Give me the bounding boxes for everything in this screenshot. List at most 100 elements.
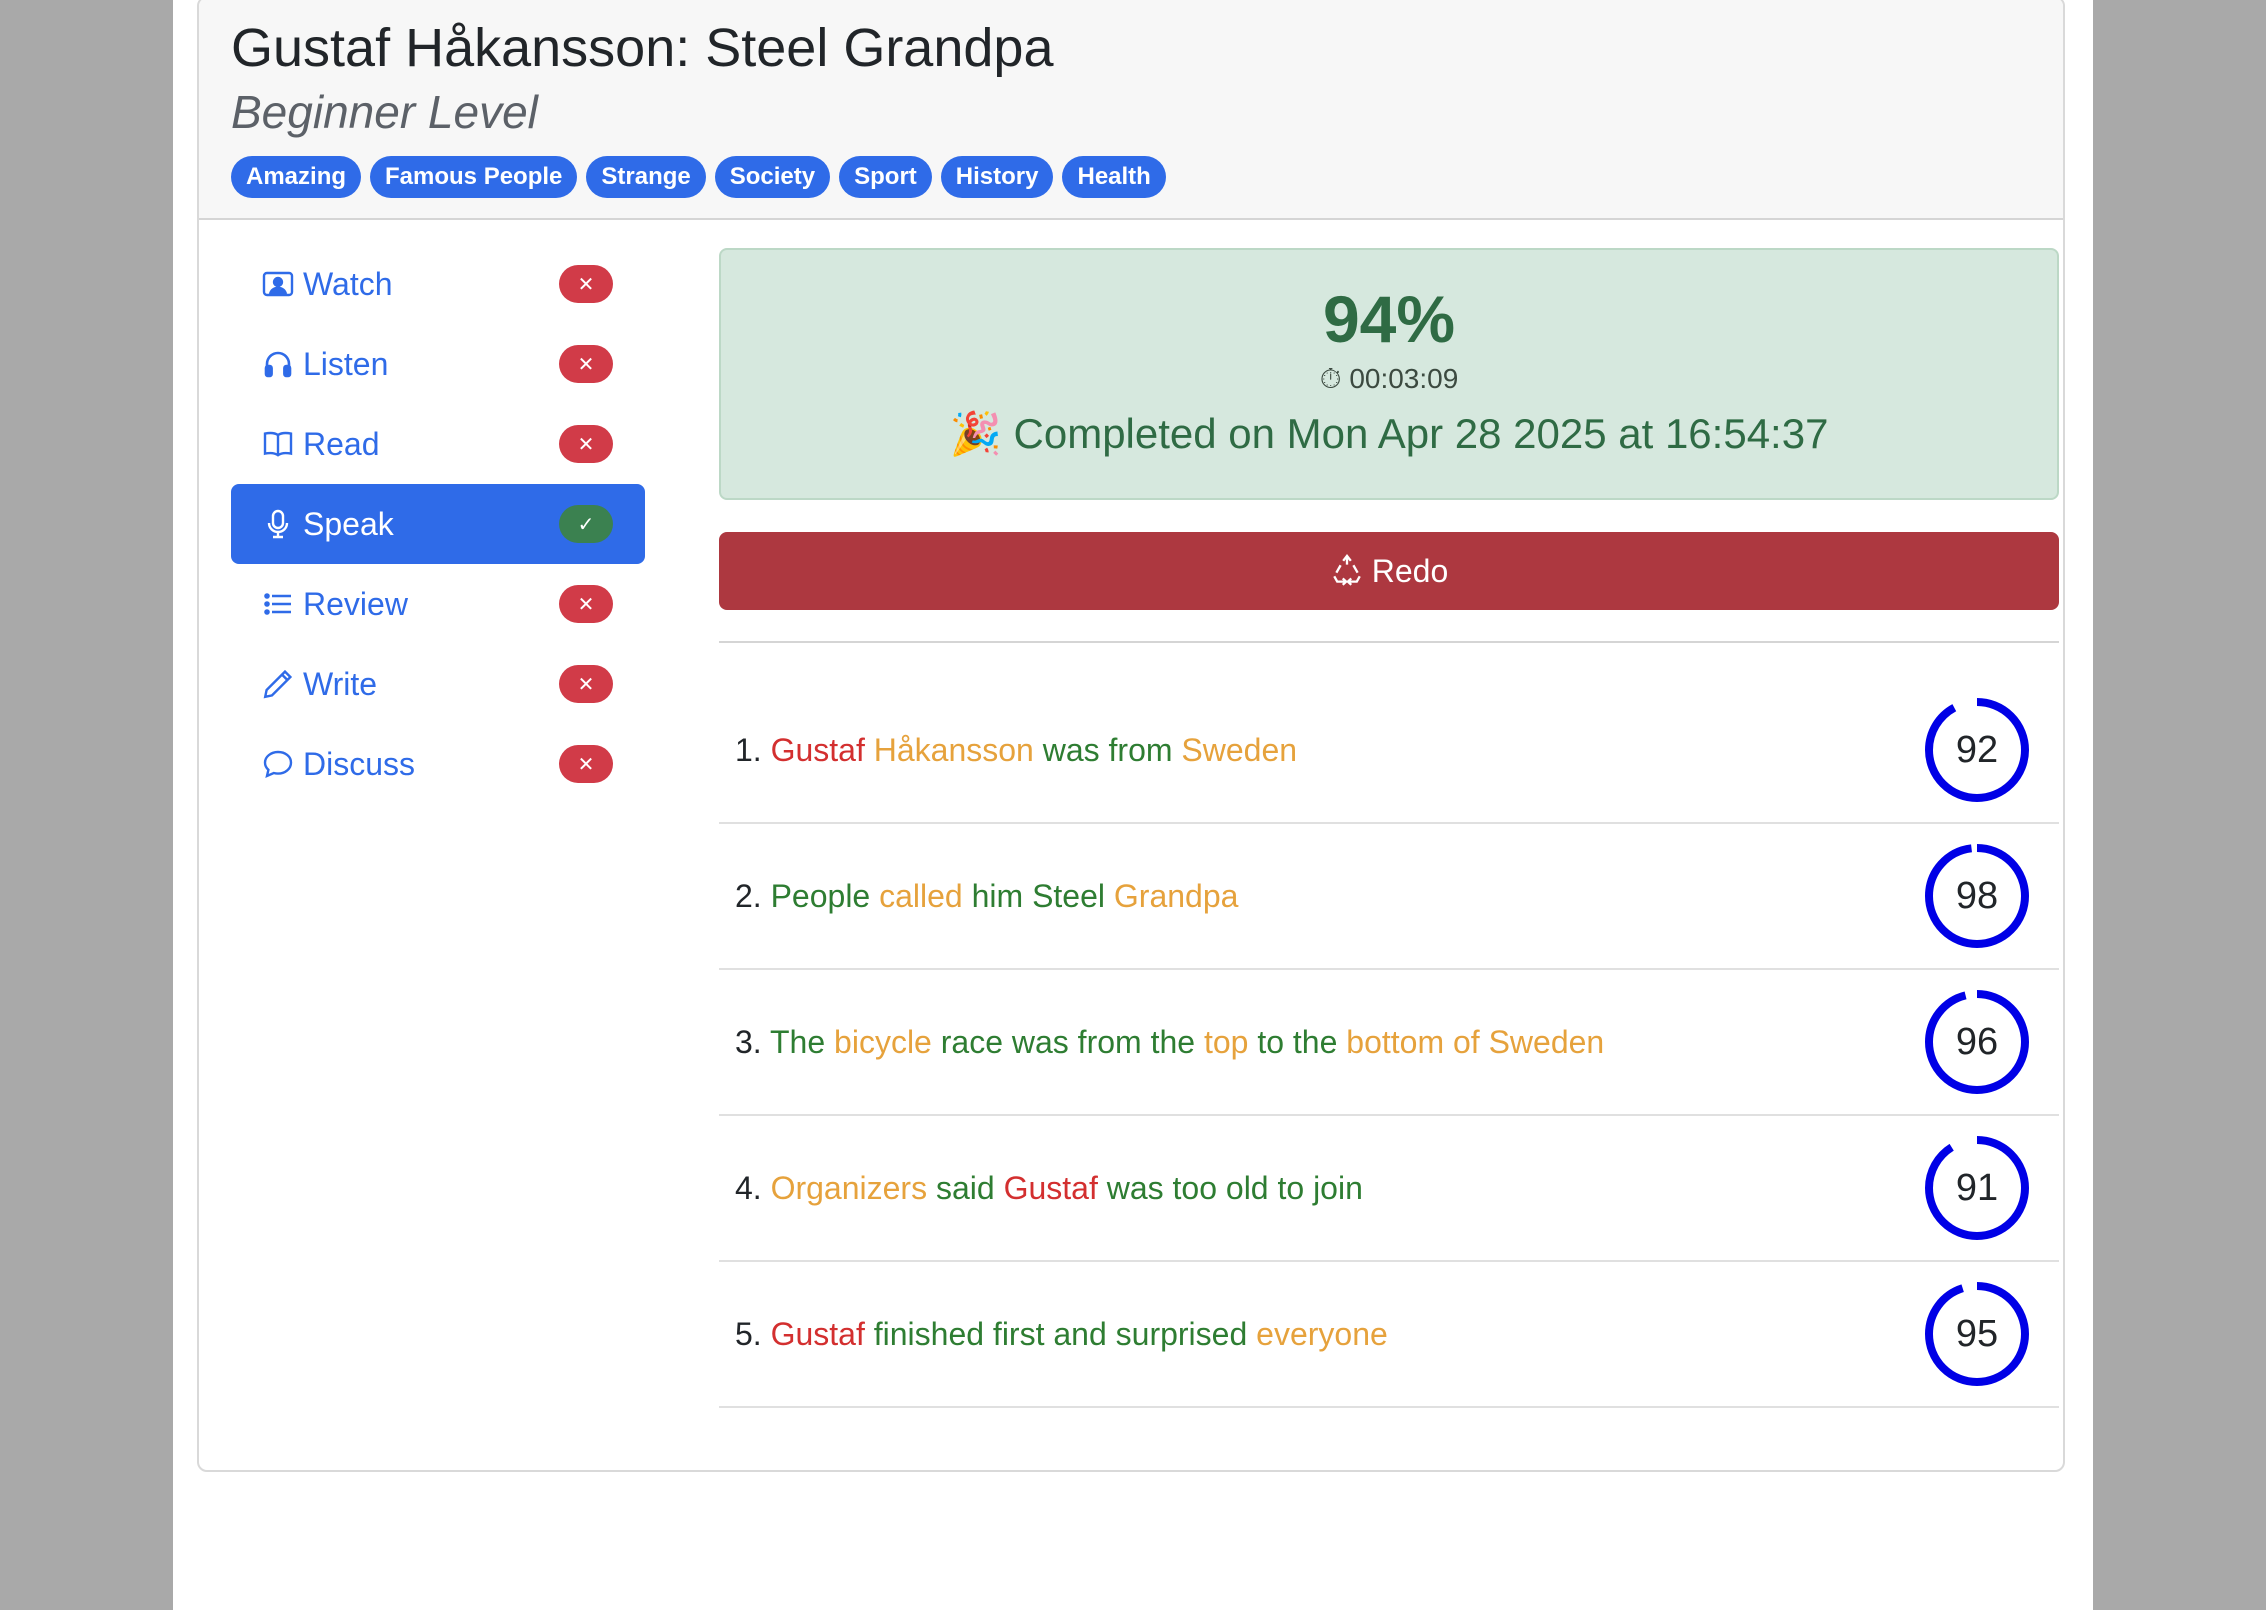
sentence-word: him xyxy=(971,877,1024,914)
completed-message: 🎉 Completed on Mon Apr 28 2025 at 16:54:… xyxy=(721,408,2057,460)
sentence-row: 4. Organizers said Gustaf was too old to… xyxy=(719,1116,2059,1262)
score-ring: 95 xyxy=(1925,1282,2029,1386)
sentence-score: 98 xyxy=(1955,875,1999,917)
sentence-word: and xyxy=(1053,1315,1107,1352)
lesson-title: Gustaf Håkansson: Steel Grandpa xyxy=(231,18,1054,78)
sentence-word: said xyxy=(935,1169,995,1206)
lesson-level: Beginner Level xyxy=(231,86,538,138)
redo-button[interactable]: Redo xyxy=(719,532,2059,610)
sentence-text: 3. The bicycle race was from the top to … xyxy=(735,1024,1604,1061)
sentence-word: was xyxy=(1042,731,1100,768)
sentence-word: Steel xyxy=(1032,877,1105,914)
score-ring: 98 xyxy=(1925,844,2029,948)
sentence-number: 5. xyxy=(735,1315,762,1352)
score-ring: 91 xyxy=(1925,1136,2029,1240)
sentence-word: old xyxy=(1225,1169,1269,1206)
lesson-card: Gustaf Håkansson: Steel Grandpa Beginner… xyxy=(197,0,2065,1472)
tag-list: Amazing Famous People Strange Society Sp… xyxy=(231,156,2031,198)
status-badge: ✕ xyxy=(559,425,613,463)
activity-nav: Watch ✕ Listen ✕ Read ✕ Speak ✓ Review ✕… xyxy=(231,244,645,804)
stopwatch-icon: ⏱ xyxy=(1319,363,1342,394)
sentence-word: Grandpa xyxy=(1113,877,1239,914)
sentence-list: 1. Gustaf Håkansson was from Sweden 92 2. … xyxy=(719,678,2059,1408)
chat-icon xyxy=(261,747,295,781)
nav-item-speak[interactable]: Speak ✓ xyxy=(231,484,645,564)
tag-badge[interactable]: Famous People xyxy=(370,156,578,198)
nav-item-review[interactable]: Review ✕ xyxy=(231,564,645,644)
tag-badge[interactable]: Health xyxy=(1062,156,1166,198)
nav-label: Speak xyxy=(303,505,394,542)
nav-item-listen[interactable]: Listen ✕ xyxy=(231,324,645,404)
sentence-word: Håkansson xyxy=(873,731,1034,768)
nav-item-write[interactable]: Write ✕ xyxy=(231,644,645,724)
status-badge: ✕ xyxy=(559,265,613,303)
sentence-word: the xyxy=(1292,1023,1338,1060)
sentence-word: People xyxy=(770,877,871,914)
nav-label: Discuss xyxy=(303,745,416,782)
sentence-score: 91 xyxy=(1955,1167,1999,1209)
pencil-icon xyxy=(261,667,295,701)
nav-label: Review xyxy=(303,585,408,622)
sentence-word: Sweden xyxy=(1488,1023,1605,1060)
nav-item-watch[interactable]: Watch ✕ xyxy=(231,244,645,324)
sentence-word: from xyxy=(1108,731,1173,768)
nav-item-read[interactable]: Read ✕ xyxy=(231,404,645,484)
sentence-number: 4. xyxy=(735,1169,762,1206)
nav-label: Watch xyxy=(303,265,393,302)
status-badge: ✓ xyxy=(559,505,613,543)
sentence-row: 3. The bicycle race was from the top to … xyxy=(719,970,2059,1116)
recycle-icon xyxy=(1330,554,1364,588)
result-panel: 94% ⏱ 00:03:09 🎉 Completed on Mon Apr 28… xyxy=(719,248,2059,500)
sentence-word: race xyxy=(940,1023,1003,1060)
nav-label: Listen xyxy=(303,345,389,382)
sentence-word: to xyxy=(1277,1169,1305,1206)
redo-label: Redo xyxy=(1371,552,1449,589)
elapsed-time: ⏱ 00:03:09 xyxy=(721,362,2057,396)
sentence-word: to xyxy=(1257,1023,1284,1060)
list-icon xyxy=(261,587,295,621)
sentence-text: 4. Organizers said Gustaf was too old to… xyxy=(735,1170,1363,1207)
sentence-text: 2. People called him Steel Grandpa xyxy=(735,878,1238,915)
sentence-word: surprised xyxy=(1115,1315,1248,1352)
sentence-word: Sweden xyxy=(1181,731,1298,768)
sentence-number: 3. xyxy=(735,1023,762,1060)
time-value: 00:03:09 xyxy=(1349,363,1459,394)
microphone-icon xyxy=(261,507,295,541)
sentence-word: bicycle xyxy=(834,1023,932,1060)
score-percent: 94% xyxy=(1322,282,1456,356)
tag-badge[interactable]: Amazing xyxy=(231,156,362,198)
lesson-header: Gustaf Håkansson: Steel Grandpa Beginner… xyxy=(199,0,2063,220)
sentence-word: bottom xyxy=(1346,1023,1445,1060)
sentence-text: 1. Gustaf Håkansson was from Sweden xyxy=(735,732,1297,769)
tag-badge[interactable]: History xyxy=(940,156,1054,198)
tag-badge[interactable]: Sport xyxy=(839,156,932,198)
sentence-row: 5. Gustaf finished first and surprised e… xyxy=(719,1262,2059,1408)
sentence-score: 96 xyxy=(1955,1021,1999,1063)
score-ring: 92 xyxy=(1925,698,2029,802)
sentence-word: of xyxy=(1452,1023,1480,1060)
sentence-number: 2. xyxy=(735,877,762,914)
tag-badge[interactable]: Strange xyxy=(586,156,706,198)
sentence-word: join xyxy=(1313,1169,1363,1206)
sentence-word: the xyxy=(1150,1023,1196,1060)
sentence-row: 2. People called him Steel Grandpa 98 xyxy=(719,824,2059,970)
sentence-score: 95 xyxy=(1955,1313,1999,1355)
status-badge: ✕ xyxy=(559,345,613,383)
sentence-row: 1. Gustaf Håkansson was from Sweden 92 xyxy=(719,678,2059,824)
sentence-word: Gustaf xyxy=(1003,1169,1098,1206)
nav-item-discuss[interactable]: Discuss ✕ xyxy=(231,724,645,804)
sentence-word: called xyxy=(879,877,963,914)
page: Gustaf Håkansson: Steel Grandpa Beginner… xyxy=(173,0,2093,1610)
tag-badge[interactable]: Society xyxy=(714,156,831,198)
divider xyxy=(719,641,2059,643)
sentence-score: 92 xyxy=(1955,729,1999,771)
sentence-word: Gustaf xyxy=(770,731,865,768)
sentence-word: was xyxy=(1011,1023,1069,1060)
sentence-word: first xyxy=(992,1315,1045,1352)
sentence-word: finished xyxy=(873,1315,985,1352)
nav-label: Read xyxy=(303,425,380,462)
score-ring: 96 xyxy=(1925,990,2029,1094)
sentence-number: 1. xyxy=(735,731,762,768)
sentence-word: Gustaf xyxy=(770,1315,865,1352)
status-badge: ✕ xyxy=(559,745,613,783)
